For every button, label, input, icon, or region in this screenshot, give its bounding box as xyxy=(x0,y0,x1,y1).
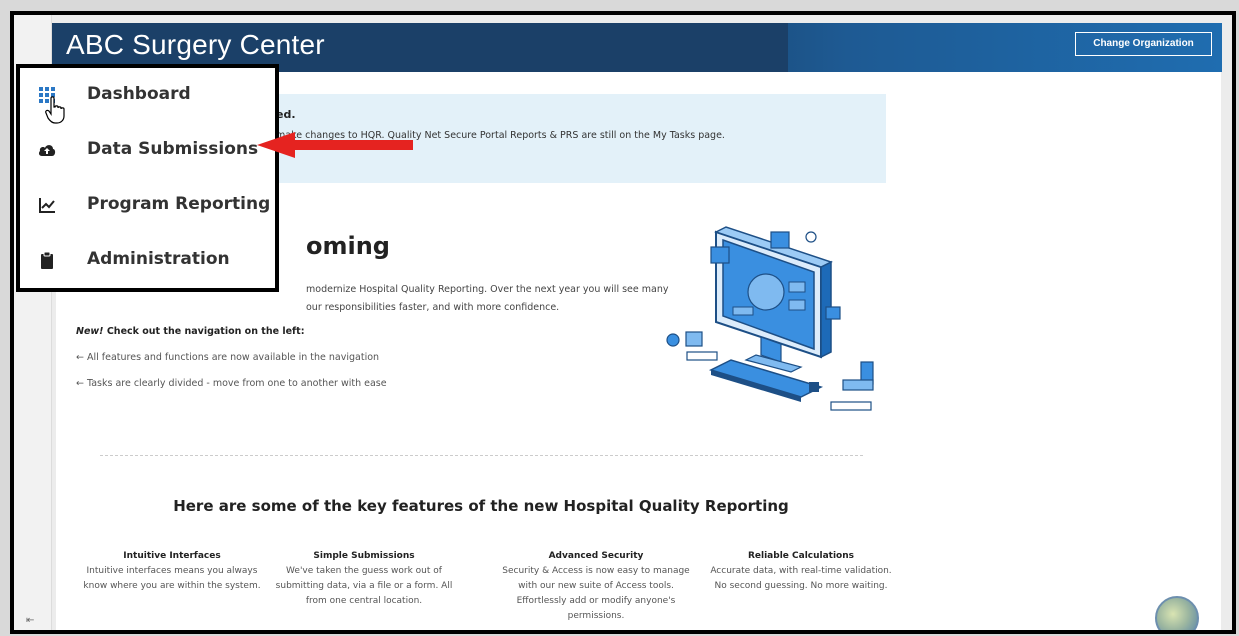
cloud-upload-icon xyxy=(38,145,56,156)
feature-description: Intuitive interfaces means you always kn… xyxy=(83,566,261,591)
new-label: New! xyxy=(76,326,104,337)
feature-title: Intuitive Interfaces xyxy=(123,551,221,561)
nav-item-label: Data Submissions xyxy=(87,139,259,159)
nav-item-data-submissions[interactable]: Data Submissions xyxy=(20,125,275,175)
feature-description: Accurate data, with real-time validation… xyxy=(710,566,892,591)
clipboard-icon xyxy=(41,251,53,269)
feature-title: Simple Submissions xyxy=(313,551,415,561)
computer-illustration xyxy=(666,226,874,411)
section-divider xyxy=(100,455,863,456)
welcome-heading: oming xyxy=(306,232,390,260)
collapse-icon[interactable]: ⇤ xyxy=(26,615,34,626)
features-heading: Here are some of the key features of the… xyxy=(173,497,789,515)
feature-card: Simple Submissions We've taken the guess… xyxy=(269,549,459,609)
bullet-item: ← All features and functions are now ava… xyxy=(76,352,380,363)
intro-text-line-2: our responsibilities faster, and with mo… xyxy=(306,302,560,313)
nav-item-label: Program Reporting xyxy=(87,194,271,214)
organization-name: ABC Surgery Center xyxy=(66,29,325,60)
nav-item-label: Administration xyxy=(87,249,230,269)
chat-assistant-icon[interactable] xyxy=(1155,596,1199,630)
navigation-note-text: Check out the navigation on the left: xyxy=(106,326,305,337)
red-arrow-annotation xyxy=(257,132,413,158)
feature-title: Advanced Security xyxy=(548,551,644,561)
navigation-note: New! Check out the navigation on the lef… xyxy=(76,326,305,337)
feature-card: Advanced Security Security & Access is n… xyxy=(501,549,691,624)
feature-card: Intuitive Interfaces Intuitive interface… xyxy=(77,549,267,594)
feature-description: Security & Access is now easy to manage … xyxy=(502,566,690,621)
intro-text-line-1: modernize Hospital Quality Reporting. Ov… xyxy=(306,284,669,295)
feature-card: Reliable Calculations Accurate data, wit… xyxy=(706,549,896,594)
change-organization-button[interactable]: Change Organization xyxy=(1075,32,1212,56)
nav-item-program-reporting[interactable]: Program Reporting xyxy=(20,180,275,230)
chart-line-icon xyxy=(39,198,55,213)
feature-title: Reliable Calculations xyxy=(747,551,855,561)
nav-item-administration[interactable]: Administration xyxy=(20,235,275,285)
bullet-item: ← Tasks are clearly divided - move from … xyxy=(76,378,387,389)
feature-description: We've taken the guess work out of submit… xyxy=(275,566,453,606)
nav-item-label: Dashboard xyxy=(87,84,191,104)
hand-cursor-icon xyxy=(45,96,65,124)
